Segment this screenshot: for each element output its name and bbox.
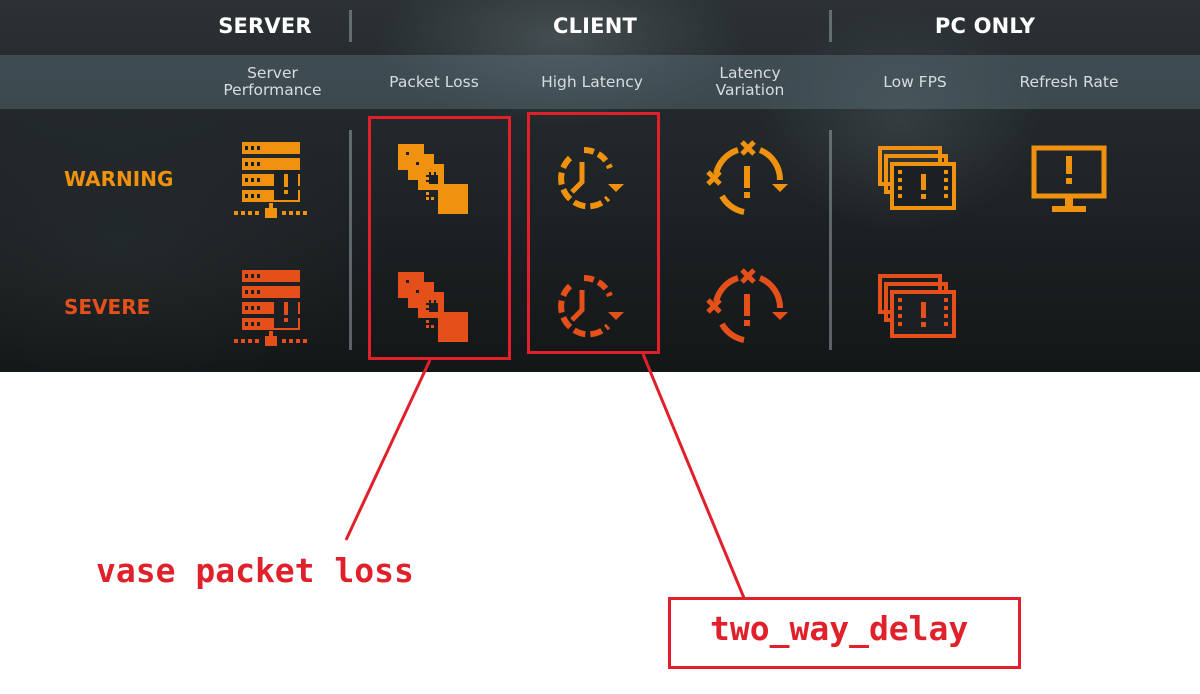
annotation-latency-text: two_way_delay <box>710 609 969 648</box>
annotation-packet-loss-text: vase packet loss <box>96 551 414 590</box>
